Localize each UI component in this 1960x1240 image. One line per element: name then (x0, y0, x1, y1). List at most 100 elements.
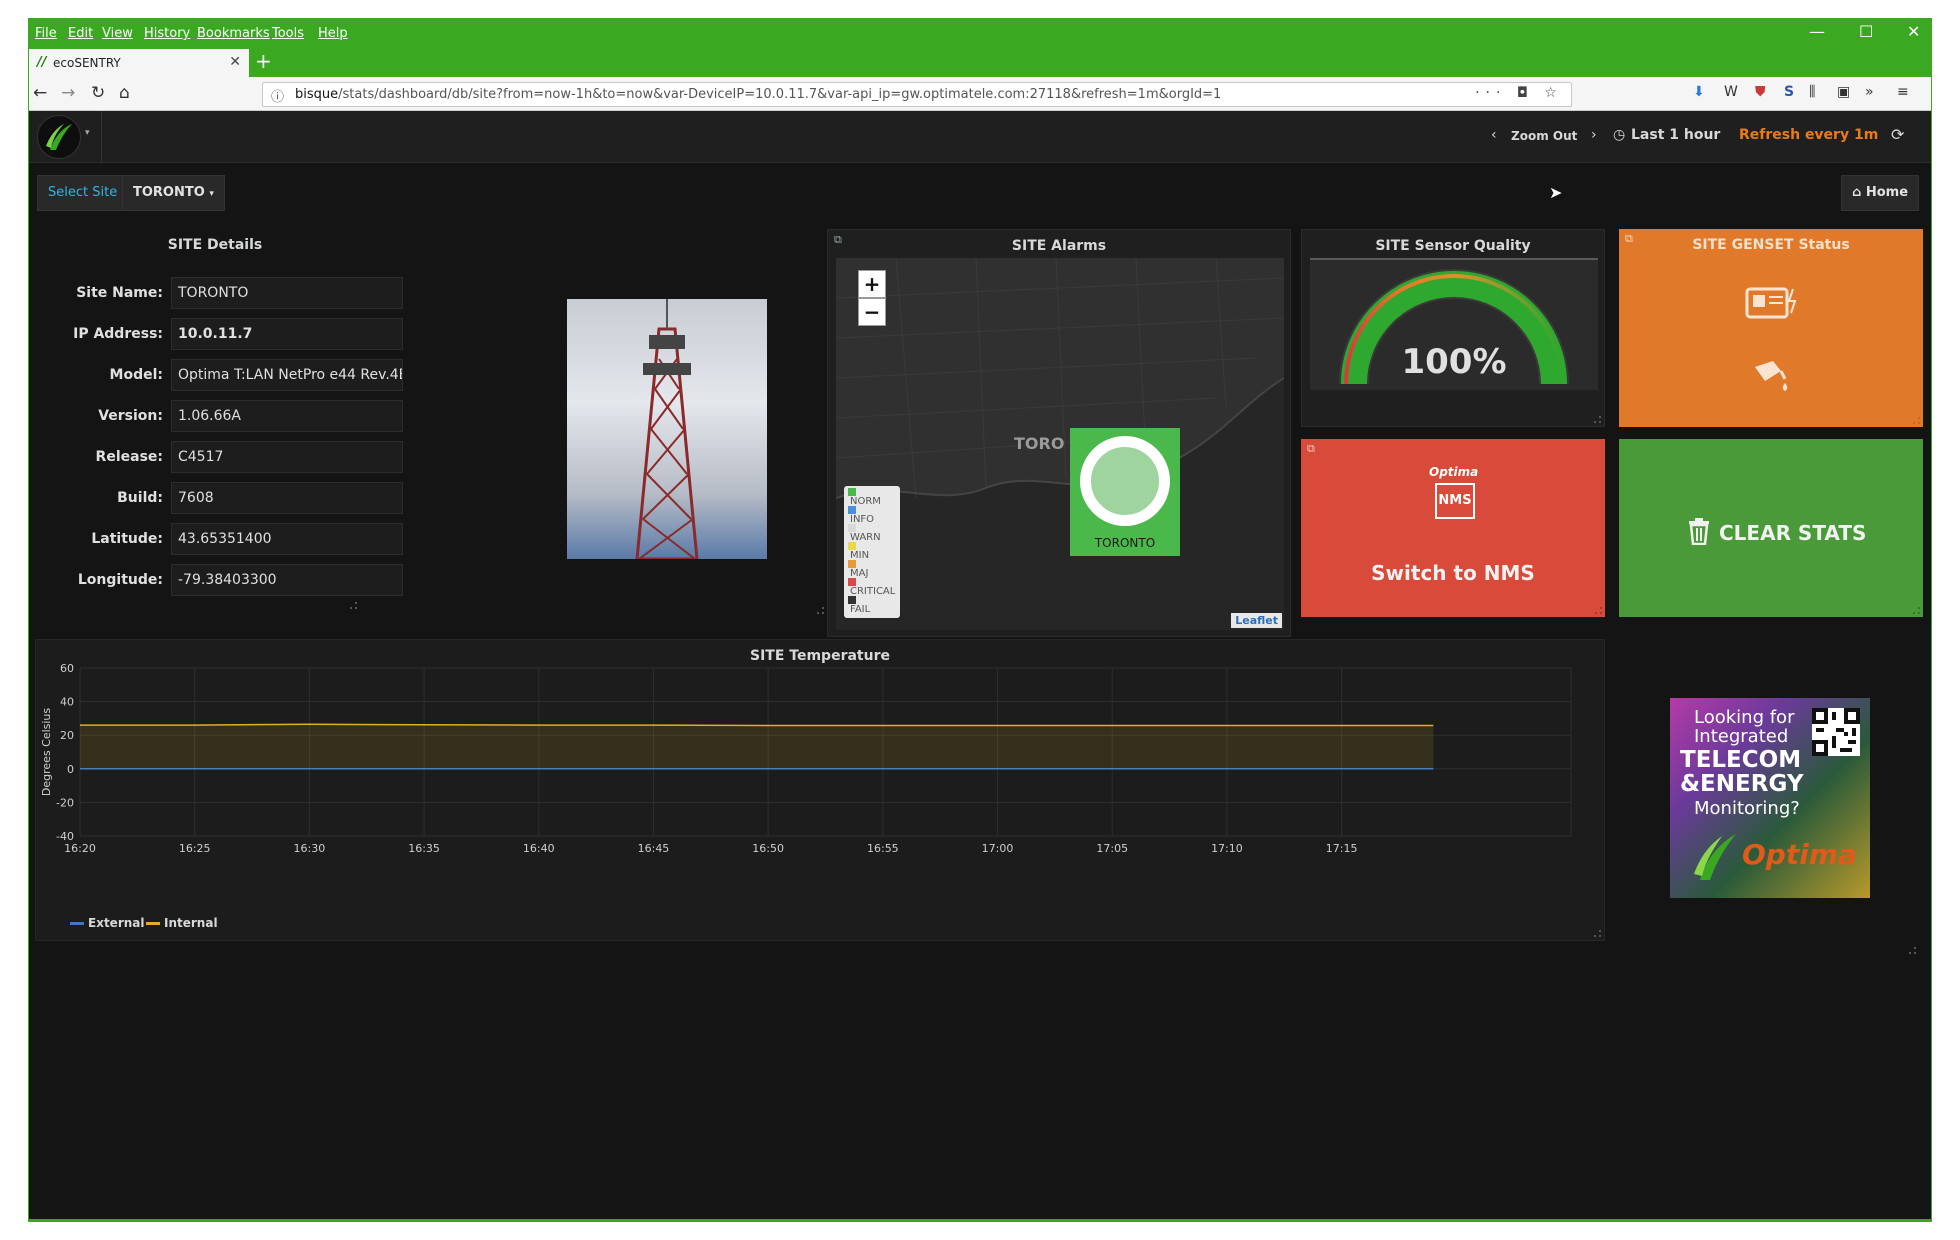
clear-stats-button[interactable]: CLEAR STATS (1619, 439, 1923, 617)
y-tick-label: -20 (56, 796, 74, 809)
site-dropdown[interactable]: TORONTO ▾ (122, 175, 225, 211)
map-zoom-out-button[interactable]: − (858, 298, 886, 326)
site-detail-row: Release: C4517 (35, 441, 435, 473)
site-detail-label: Latitude: (91, 531, 163, 547)
page-actions-icon[interactable]: ··· ◘ ☆ (1475, 85, 1563, 101)
reload-icon[interactable]: ↻ (91, 83, 105, 103)
leaf-logo-icon (46, 124, 72, 150)
menu-tools[interactable]: Tools (272, 26, 304, 41)
ecosentry-logo[interactable] (37, 115, 81, 159)
x-tick-label: 16:20 (64, 842, 96, 855)
maximize-icon[interactable]: ☐ (1859, 22, 1873, 41)
site-detail-label: Site Name: (76, 285, 163, 301)
site-dropdown-value: TORONTO (133, 185, 205, 200)
temperature-panel: SITE Temperature 60 40 20 0 -20 -40 16:20 16:25… (35, 639, 1605, 941)
legend-series-label: Internal (164, 916, 218, 930)
site-detail-value: Optima T:LAN NetPro e44 Rev.4B (171, 359, 403, 391)
site-detail-label: Version: (98, 408, 163, 424)
site-detail-value: -79.38403300 (171, 564, 403, 596)
switch-to-nms-button[interactable]: ⧉ Optima NMS Switch to NMS (1301, 439, 1605, 617)
w-extension-icon[interactable]: W (1724, 84, 1738, 100)
overflow-icon[interactable]: » (1865, 84, 1874, 100)
y-axis-label: Degrees Celsius (40, 708, 53, 797)
ad-text-line5: Monitoring? (1694, 798, 1800, 819)
sidebar-icon[interactable]: ▣ (1837, 84, 1850, 100)
legend-swatch (848, 560, 856, 568)
legend-series-external[interactable]: External (70, 916, 144, 930)
resize-handle[interactable] (1594, 930, 1601, 937)
ublock-icon[interactable]: ⛊ (1755, 84, 1766, 100)
site-detail-label: Longitude: (77, 572, 163, 588)
site-detail-label: Release: (95, 449, 163, 465)
minimize-icon[interactable]: — (1809, 22, 1825, 41)
external-link-icon[interactable]: ⧉ (1307, 442, 1315, 456)
clear-stats-label: CLEAR STATS (1719, 521, 1867, 545)
address-bar[interactable]: ⓘ bisque/stats/dashboard/db/site?from=no… (262, 82, 1572, 107)
hamburger-menu-icon[interactable]: ≡ (1897, 84, 1909, 100)
legend-label: CRITICAL (850, 586, 896, 597)
map-zoom-in-button[interactable]: + (858, 270, 886, 298)
y-tick-label: 60 (60, 662, 74, 675)
optima-advertisement[interactable]: Looking for Integrated TELECOM &ENERGY Mon… (1670, 698, 1870, 898)
chevron-right-icon[interactable]: › (1591, 127, 1597, 143)
menu-history[interactable]: History (144, 26, 190, 41)
nms-logo-icon: NMS (1435, 483, 1475, 519)
back-icon[interactable]: ← (33, 83, 47, 103)
zoom-out-button[interactable]: Zoom Out (1511, 129, 1577, 143)
legend-series-internal[interactable]: Internal (146, 916, 218, 930)
legend-swatch (848, 524, 856, 532)
menu-bookmarks[interactable]: Bookmarks (197, 26, 270, 41)
tab-title: ecoSENTRY (53, 56, 121, 70)
resize-handle[interactable] (1595, 607, 1602, 614)
site-marker[interactable]: TORONTO (1070, 428, 1180, 556)
legend-swatch (146, 922, 160, 925)
resize-handle[interactable] (1594, 416, 1601, 423)
alarm-map[interactable]: + − TORO NORM INFO WARN MIN MAJ CRITICAL FAIL … (836, 258, 1284, 630)
sensor-quality-title: SITE Sensor Quality (1375, 238, 1531, 254)
download-icon[interactable]: ⬇ (1693, 84, 1705, 100)
menu-view[interactable]: View (102, 26, 133, 41)
genset-status-title: SITE GENSET Status (1692, 237, 1850, 253)
home-icon[interactable]: ⌂ (119, 83, 130, 103)
resize-handle[interactable] (1909, 947, 1916, 954)
forward-icon[interactable]: → (61, 83, 75, 103)
info-icon[interactable]: ⓘ (271, 86, 284, 105)
resize-handle[interactable] (1913, 417, 1920, 424)
library-icon[interactable]: ⫼ (1809, 84, 1815, 100)
resize-handle[interactable] (1913, 607, 1920, 614)
navigation-bar: ← → ↻ ⌂ ⓘ bisque/stats/dashboard/db/site… (29, 77, 1931, 111)
ad-text-headline: TELECOM &ENERGY (1680, 747, 1804, 797)
time-range-picker[interactable]: Last 1 hour (1631, 127, 1720, 143)
leaflet-attribution[interactable]: Leaflet (1231, 613, 1282, 628)
new-tab-icon[interactable]: + (255, 49, 272, 73)
series-area-internal (80, 724, 1434, 769)
alarm-legend: NORM INFO WARN MIN MAJ CRITICAL FAIL (844, 486, 900, 618)
home-icon: ⌂ (1852, 185, 1862, 200)
x-tick-label: 17:00 (982, 842, 1014, 855)
sensor-quality-panel: SITE Sensor Quality 100% (1301, 229, 1605, 427)
menu-edit[interactable]: Edit (68, 26, 93, 41)
site-detail-label: IP Address: (73, 326, 163, 342)
site-details-panel: SITE Details Site Name: TORONTO IP Address… (35, 229, 827, 617)
menu-help[interactable]: Help (318, 26, 348, 41)
close-tab-icon[interactable]: ✕ (229, 54, 241, 70)
resize-handle[interactable] (817, 607, 824, 614)
ad-brand: Optima (1742, 838, 1857, 871)
chevron-left-icon[interactable]: ‹ (1491, 127, 1497, 143)
x-tick-label: 16:55 (867, 842, 899, 855)
legend-series-label: External (88, 916, 145, 930)
refresh-interval[interactable]: Refresh every 1m (1739, 127, 1878, 143)
close-window-icon[interactable]: ✕ (1907, 22, 1920, 41)
s-extension-icon[interactable]: S (1784, 84, 1794, 100)
refresh-icon[interactable]: ⟳ (1891, 125, 1904, 144)
menu-file[interactable]: File (35, 26, 57, 41)
time-controls: ‹ Zoom Out › ◷ Last 1 hour Refresh every… (1491, 125, 1911, 147)
chart-legend: External Internal (70, 916, 370, 932)
legend-label: FAIL (850, 604, 871, 615)
home-button[interactable]: ⌂ Home (1841, 175, 1920, 211)
browser-tab[interactable]: // ecoSENTRY ✕ (29, 49, 249, 77)
caret-down-icon[interactable]: ▾ (85, 128, 90, 138)
sensor-quality-value: 100% (1401, 342, 1507, 382)
resize-handle[interactable] (350, 602, 357, 609)
select-site-label: Select Site (37, 175, 129, 211)
